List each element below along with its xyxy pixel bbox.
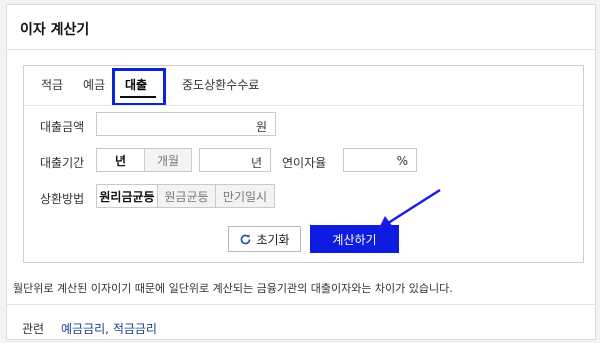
annotation-arrow-icon [378,188,441,230]
